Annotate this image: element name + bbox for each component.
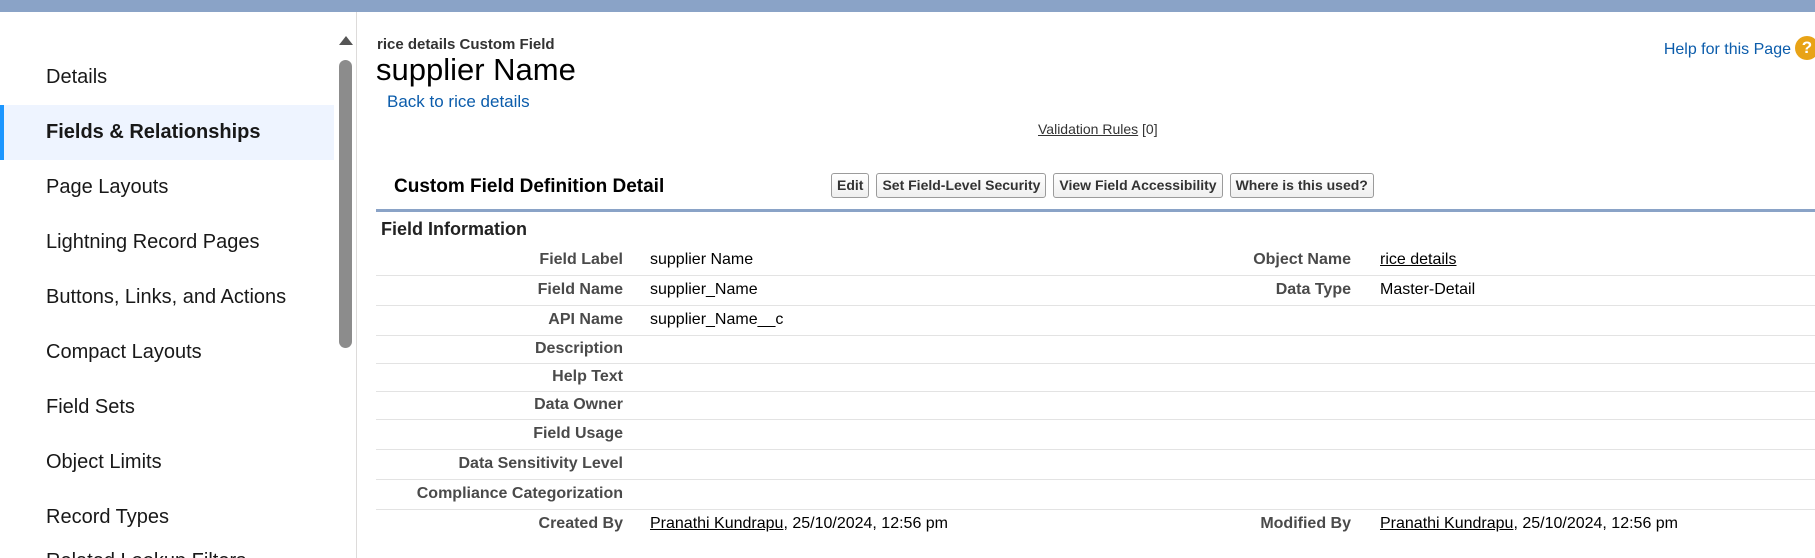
help-text-value xyxy=(623,363,1134,392)
page-title: supplier Name xyxy=(376,52,576,87)
empty-cell xyxy=(1134,479,1351,510)
sidebar: Details Fields & Relationships Page Layo… xyxy=(0,12,357,558)
table-row: Compliance Categorization xyxy=(376,479,1815,510)
empty-cell xyxy=(1351,449,1815,480)
sidebar-item-field-sets[interactable]: Field Sets xyxy=(0,380,334,435)
api-name-value: supplier_Name__c xyxy=(623,305,1134,336)
data-owner-value xyxy=(623,391,1134,420)
table-row: Field Name supplier_Name Data Type Maste… xyxy=(376,275,1815,306)
empty-cell xyxy=(1134,363,1351,392)
created-by-label: Created By xyxy=(538,515,623,533)
data-sensitivity-value xyxy=(623,449,1134,480)
sidebar-item-details[interactable]: Details xyxy=(0,50,334,105)
empty-cell xyxy=(1351,419,1815,450)
help-text-label: Help Text xyxy=(376,363,623,392)
sidebar-item-record-types[interactable]: Record Types xyxy=(0,490,334,545)
sidebar-item-buttons-links-actions[interactable]: Buttons, Links, and Actions xyxy=(0,270,334,325)
field-information-table: Field Label supplier Name Object Name ri… xyxy=(376,245,1815,539)
validation-rules-link[interactable]: Validation Rules xyxy=(1038,121,1138,137)
sidebar-item-lightning-record-pages[interactable]: Lightning Record Pages xyxy=(0,215,334,270)
back-link[interactable]: Back to rice details xyxy=(387,92,530,112)
breadcrumb: rice details Custom Field xyxy=(377,36,555,53)
empty-cell xyxy=(1134,335,1351,364)
data-owner-label: Data Owner xyxy=(376,391,623,420)
empty-cell xyxy=(1351,479,1815,510)
field-label-label: Field Label xyxy=(376,245,623,276)
created-by-date: , 25/10/2024, 12:56 pm xyxy=(783,515,949,533)
field-usage-label: Field Usage xyxy=(376,419,623,450)
object-name-cell: rice details xyxy=(1351,245,1815,276)
field-name-label: Field Name xyxy=(376,275,623,306)
set-field-level-security-button[interactable]: Set Field-Level Security xyxy=(876,173,1047,198)
empty-cell xyxy=(1134,419,1351,450)
validation-rules-count: [0] xyxy=(1142,121,1158,137)
description-value xyxy=(623,335,1134,364)
edit-button[interactable]: Edit xyxy=(831,173,870,198)
table-row: Help Text xyxy=(376,363,1815,392)
modified-by-date: , 25/10/2024, 12:56 pm xyxy=(1513,515,1679,533)
empty-cell xyxy=(1134,449,1351,480)
sidebar-item-page-layouts[interactable]: Page Layouts xyxy=(0,160,334,215)
empty-cell xyxy=(1134,391,1351,420)
table-row: Field Usage xyxy=(376,419,1815,450)
view-field-accessibility-button[interactable]: View Field Accessibility xyxy=(1053,173,1223,198)
object-name-label: Object Name xyxy=(1134,245,1351,276)
sidebar-item-related-lookup-filters[interactable]: Related Lookup Filters xyxy=(0,545,334,558)
data-type-label: Data Type xyxy=(1134,275,1351,306)
field-name-value: supplier_Name xyxy=(623,275,1134,306)
compliance-value xyxy=(623,479,1134,510)
help-icon[interactable]: ? xyxy=(1795,36,1815,60)
main-content: rice details Custom Field supplier Name … xyxy=(376,12,1815,558)
empty-cell xyxy=(1351,391,1815,420)
description-label: Description xyxy=(376,335,623,364)
sidebar-item-fields-relationships[interactable]: Fields & Relationships xyxy=(0,105,334,160)
field-label-value: supplier Name xyxy=(623,245,1134,276)
sidebar-item-compact-layouts[interactable]: Compact Layouts xyxy=(0,325,334,380)
detail-section-title: Custom Field Definition Detail xyxy=(394,176,665,197)
empty-cell xyxy=(1351,305,1815,336)
table-row: Data Sensitivity Level xyxy=(376,449,1815,480)
field-information-title: Field Information xyxy=(381,219,527,239)
sidebar-scrollbar[interactable] xyxy=(336,24,354,558)
created-by-cell: Pranathi Kundrapu, 25/10/2024, 12:56 pm xyxy=(623,509,1134,539)
scrollbar-thumb[interactable] xyxy=(339,60,352,348)
table-row: Created By Pranathi Kundrapu, 25/10/2024… xyxy=(376,509,1815,539)
data-sensitivity-label: Data Sensitivity Level xyxy=(376,449,623,480)
empty-cell xyxy=(1134,305,1351,336)
object-name-link[interactable]: rice details xyxy=(1380,251,1456,268)
api-name-label: API Name xyxy=(376,305,623,336)
table-row: Description xyxy=(376,335,1815,364)
empty-cell xyxy=(1351,335,1815,364)
table-row: Data Owner xyxy=(376,391,1815,420)
data-type-value: Master-Detail xyxy=(1351,275,1815,306)
field-usage-value xyxy=(623,419,1134,450)
where-is-this-used-button[interactable]: Where is this used? xyxy=(1229,173,1374,198)
sidebar-nav: Details Fields & Relationships Page Layo… xyxy=(0,50,334,558)
scroll-up-arrow-icon[interactable] xyxy=(339,36,353,45)
top-banner xyxy=(0,0,1815,12)
validation-rules-link-group: Validation Rules [0] xyxy=(1038,121,1158,137)
help-link[interactable]: Help for this Page xyxy=(1664,41,1791,59)
modified-by-label: Modified By xyxy=(1260,515,1351,533)
sidebar-item-object-limits[interactable]: Object Limits xyxy=(0,435,334,490)
modified-by-user-link[interactable]: Pranathi Kundrapu xyxy=(1380,515,1513,532)
detail-button-row: Edit Set Field-Level Security View Field… xyxy=(831,173,1374,198)
modified-by-cell: Pranathi Kundrapu, 25/10/2024, 12:56 pm xyxy=(1351,509,1815,539)
table-row: API Name supplier_Name__c xyxy=(376,305,1815,336)
compliance-label: Compliance Categorization xyxy=(376,479,623,510)
created-by-user-link[interactable]: Pranathi Kundrapu xyxy=(650,515,783,532)
section-divider xyxy=(376,209,1815,212)
empty-cell xyxy=(1351,363,1815,392)
table-row: Field Label supplier Name Object Name ri… xyxy=(376,245,1815,276)
